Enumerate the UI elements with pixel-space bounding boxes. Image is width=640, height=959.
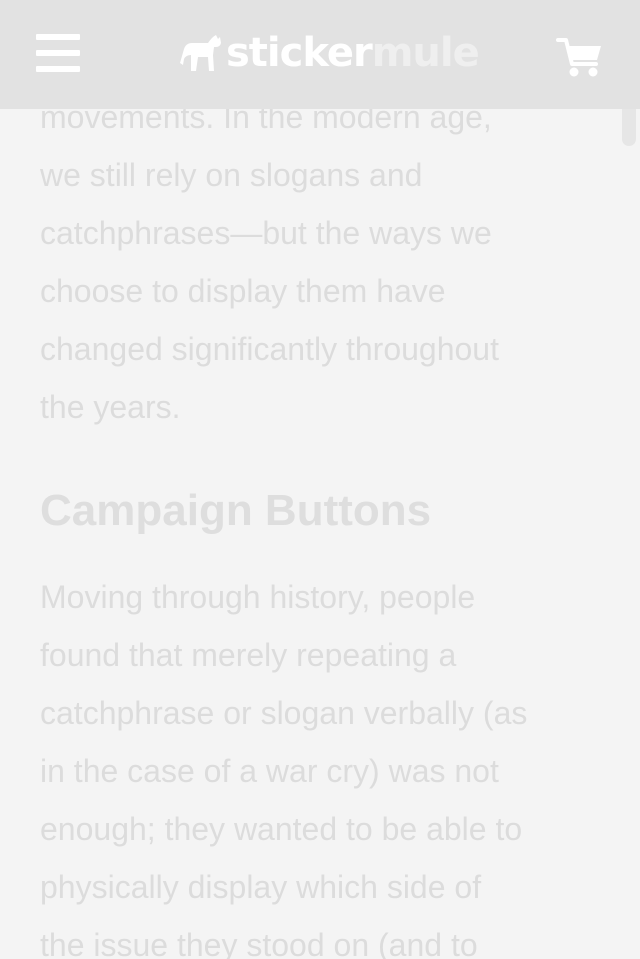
body-paragraph: Moving through history, people found tha… <box>40 568 610 959</box>
shopping-cart-icon[interactable] <box>556 36 604 78</box>
cart-glyph <box>556 38 601 77</box>
text-line: found that merely repeating a <box>40 637 457 673</box>
site-header: stickermule <box>0 0 640 109</box>
hamburger-menu-icon[interactable] <box>36 32 82 74</box>
section-heading: Campaign Buttons <box>40 486 432 535</box>
logo-text-sticker: sticker <box>226 30 373 76</box>
article-content: movements. In the modern age, we still r… <box>40 88 610 959</box>
text-line: Moving through history, people <box>40 579 476 615</box>
page: stickermule movements. In the modern age… <box>0 0 640 959</box>
text-line: choose to display them have <box>40 273 446 309</box>
text-line: enough; they wanted to be able to <box>40 811 523 847</box>
mule-icon <box>180 35 221 71</box>
stickermule-logo[interactable]: stickermule <box>178 28 480 78</box>
logo-text-mule: mule <box>371 30 480 76</box>
text-line: the years. <box>40 389 181 425</box>
text-line: we still rely on slogans and <box>40 157 423 193</box>
logo-text: stickermule <box>226 28 480 78</box>
text-line: changed significantly throughout <box>40 331 499 367</box>
intro-paragraph: movements. In the modern age, we still r… <box>40 88 610 436</box>
text-line: in the case of a war cry) was not <box>40 753 499 789</box>
text-line: catchphrases—but the ways we <box>40 215 492 251</box>
text-line: physically display which side of <box>40 869 482 905</box>
text-line: the issue they stood on (and to <box>40 927 478 959</box>
text-line: catchphrase or slogan verbally (as <box>40 695 528 731</box>
